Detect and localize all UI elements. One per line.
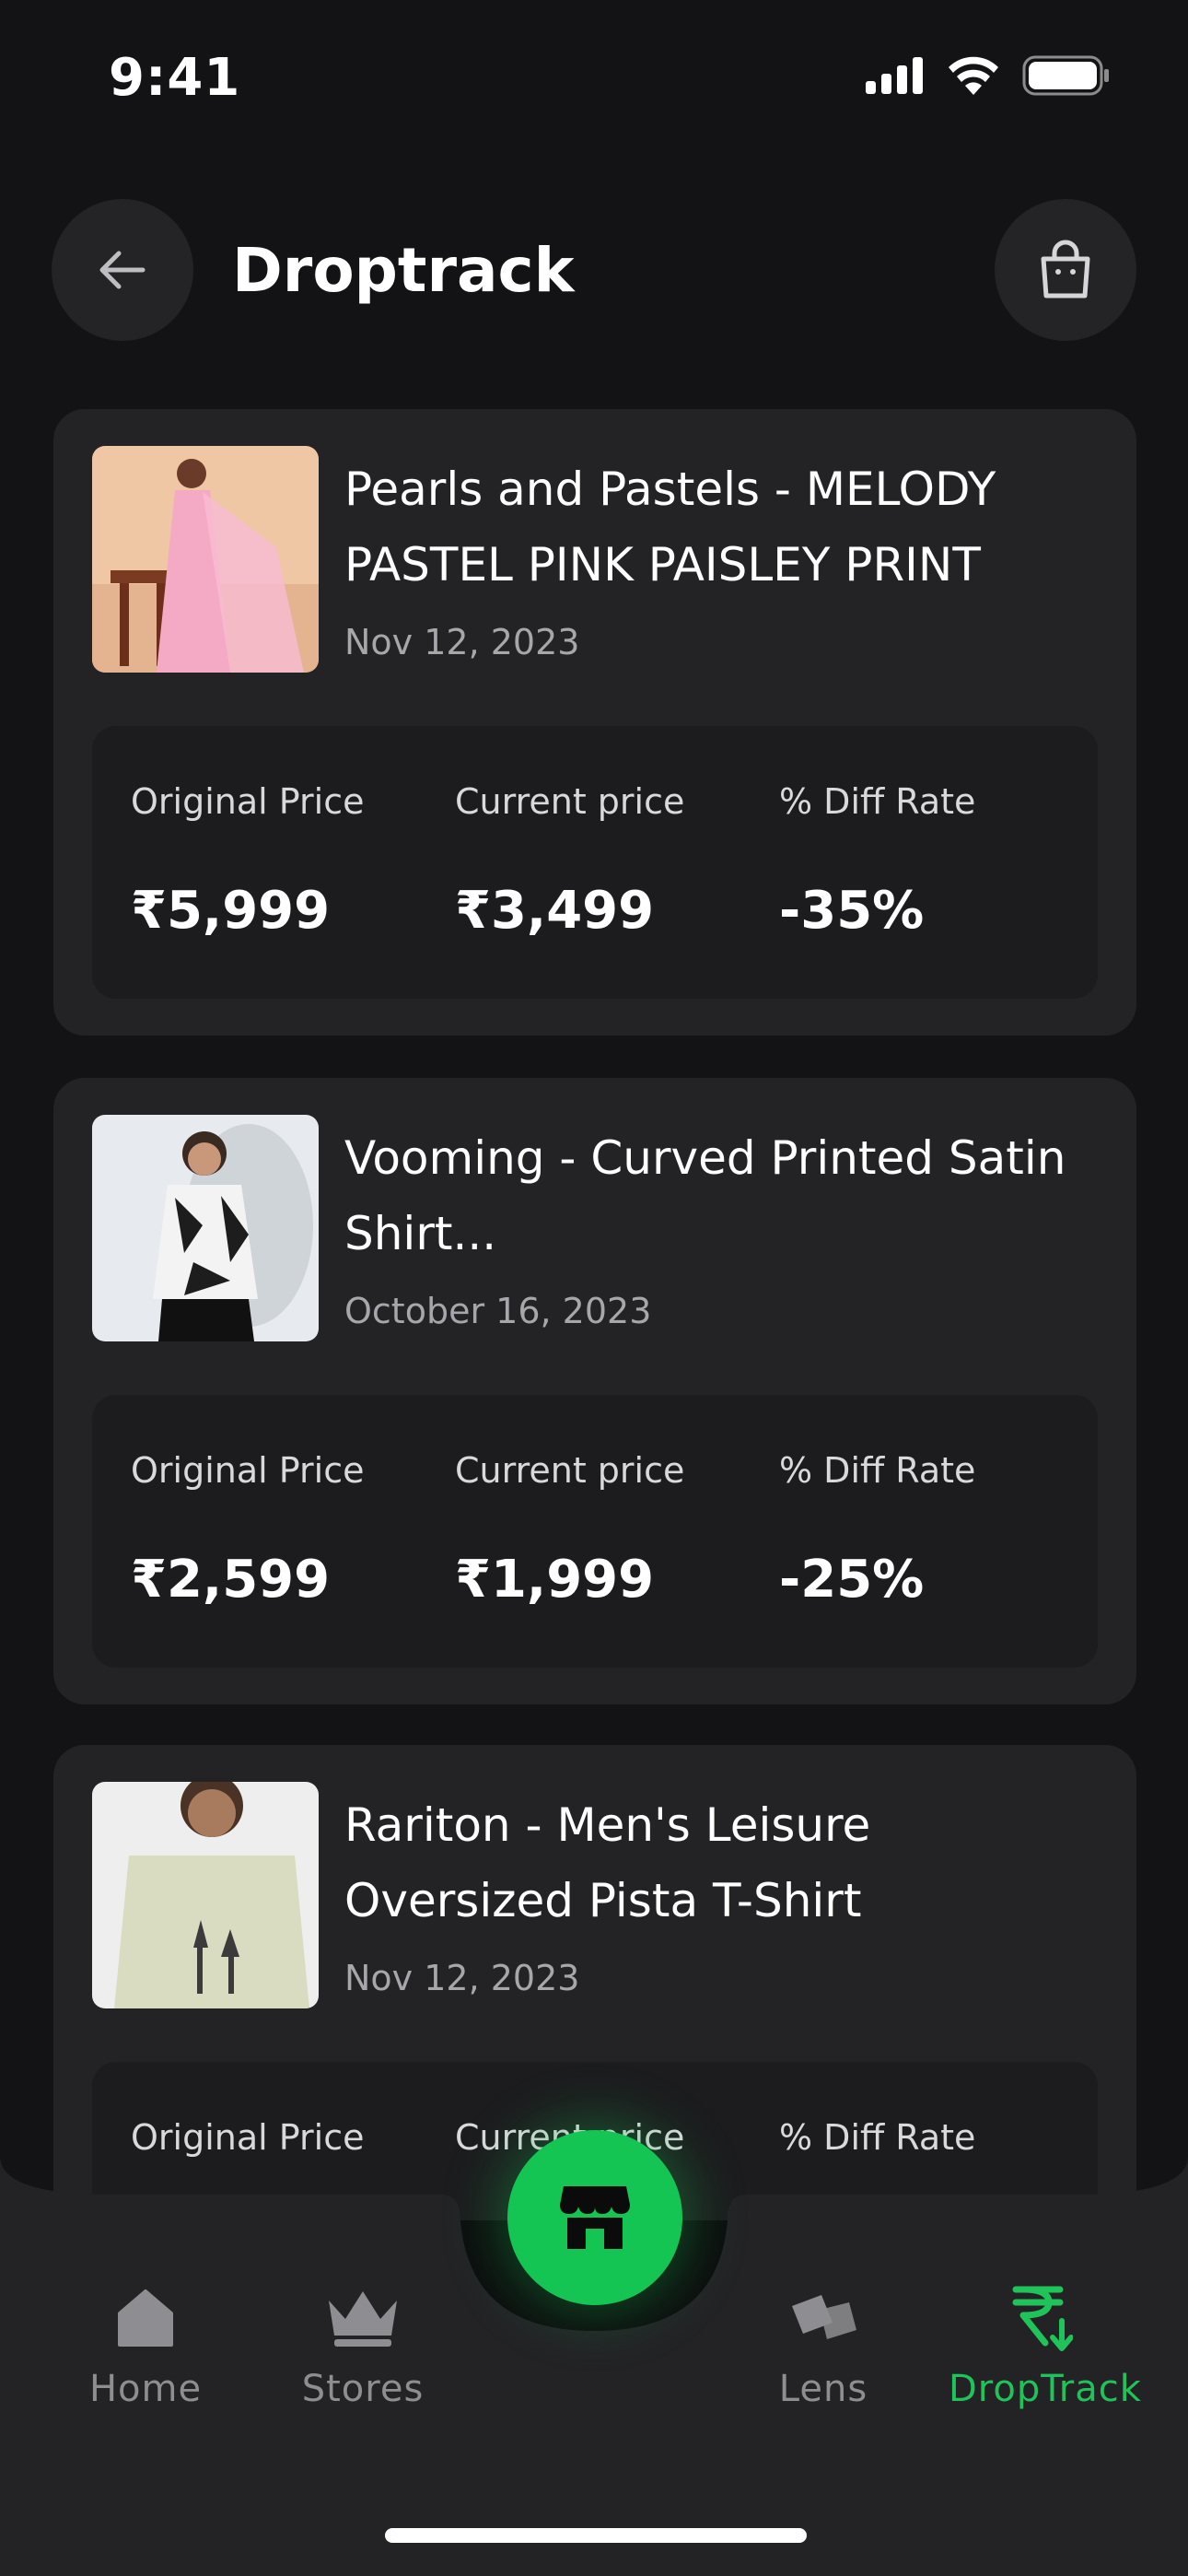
top-bar: Droptrack [0,199,1188,343]
product-card[interactable]: Vooming - Curved Printed Satin Shirt... … [53,1078,1136,1704]
nav-home[interactable]: Home [53,2276,238,2410]
wifi-icon [949,56,998,95]
price-summary: Original Price ₹2,599 Current price ₹1,9… [92,1395,1098,1668]
nav-lens[interactable]: Lens [731,2276,915,2410]
diff-rate-label: % Diff Rate [779,781,976,822]
lens-icon [792,2295,856,2339]
nav-stores[interactable]: Stores [271,2276,455,2410]
current-price-label: Current price [455,1450,685,1491]
status-time: 9:41 [109,48,241,108]
nav-stores-label: Stores [301,2368,425,2410]
back-button[interactable] [52,199,193,341]
crown-icon [329,2291,397,2347]
product-date: Nov 12, 2023 [344,622,580,662]
nav-droptrack-label: DropTrack [949,2368,1142,2410]
original-price-value: ₹5,999 [131,881,331,941]
rupee-drop-icon [1012,2286,1073,2351]
product-date: October 16, 2023 [344,1291,652,1331]
diff-rate-label: % Diff Rate [779,1450,976,1491]
original-price-label: Original Price [131,1450,365,1491]
product-date: Nov 12, 2023 [344,1958,580,1998]
product-title[interactable]: Pearls and Pastels - MELODY PASTEL PINK … [344,451,1100,603]
arrow-left-icon [99,251,146,289]
stores-fab-button[interactable] [507,2130,682,2305]
original-price-value: ₹2,599 [131,1550,331,1610]
product-card[interactable]: Pearls and Pastels - MELODY PASTEL PINK … [53,409,1136,1036]
home-icon [118,2289,173,2347]
shopping-bag-icon [1041,240,1090,299]
current-price-label: Current price [455,781,685,822]
diff-rate-value: -35% [779,881,925,941]
nav-lens-label: Lens [778,2368,868,2410]
page-title: Droptrack [232,235,575,306]
current-price-value: ₹1,999 [455,1550,655,1610]
product-image[interactable] [92,446,319,673]
nav-droptrack[interactable]: DropTrack [949,2276,1142,2410]
product-image[interactable] [92,1115,319,1341]
current-price-value: ₹3,499 [455,881,655,941]
status-bar: 9:41 [0,0,1188,147]
price-summary: Original Price ₹5,999 Current price ₹3,4… [92,726,1098,999]
product-title[interactable]: Vooming - Curved Printed Satin Shirt... [344,1120,1100,1271]
battery-icon [1022,55,1109,96]
cellular-signal-icon [866,57,923,94]
diff-rate-value: -25% [779,1550,925,1610]
product-title[interactable]: Rariton - Men's Leisure Oversized Pista … [344,1787,1100,1938]
store-icon [560,2186,630,2249]
bag-button[interactable] [995,199,1136,341]
home-indicator [385,2528,807,2543]
status-icons [866,55,1111,96]
product-image[interactable] [92,1782,319,2008]
nav-home-label: Home [88,2368,203,2410]
original-price-label: Original Price [131,781,365,822]
